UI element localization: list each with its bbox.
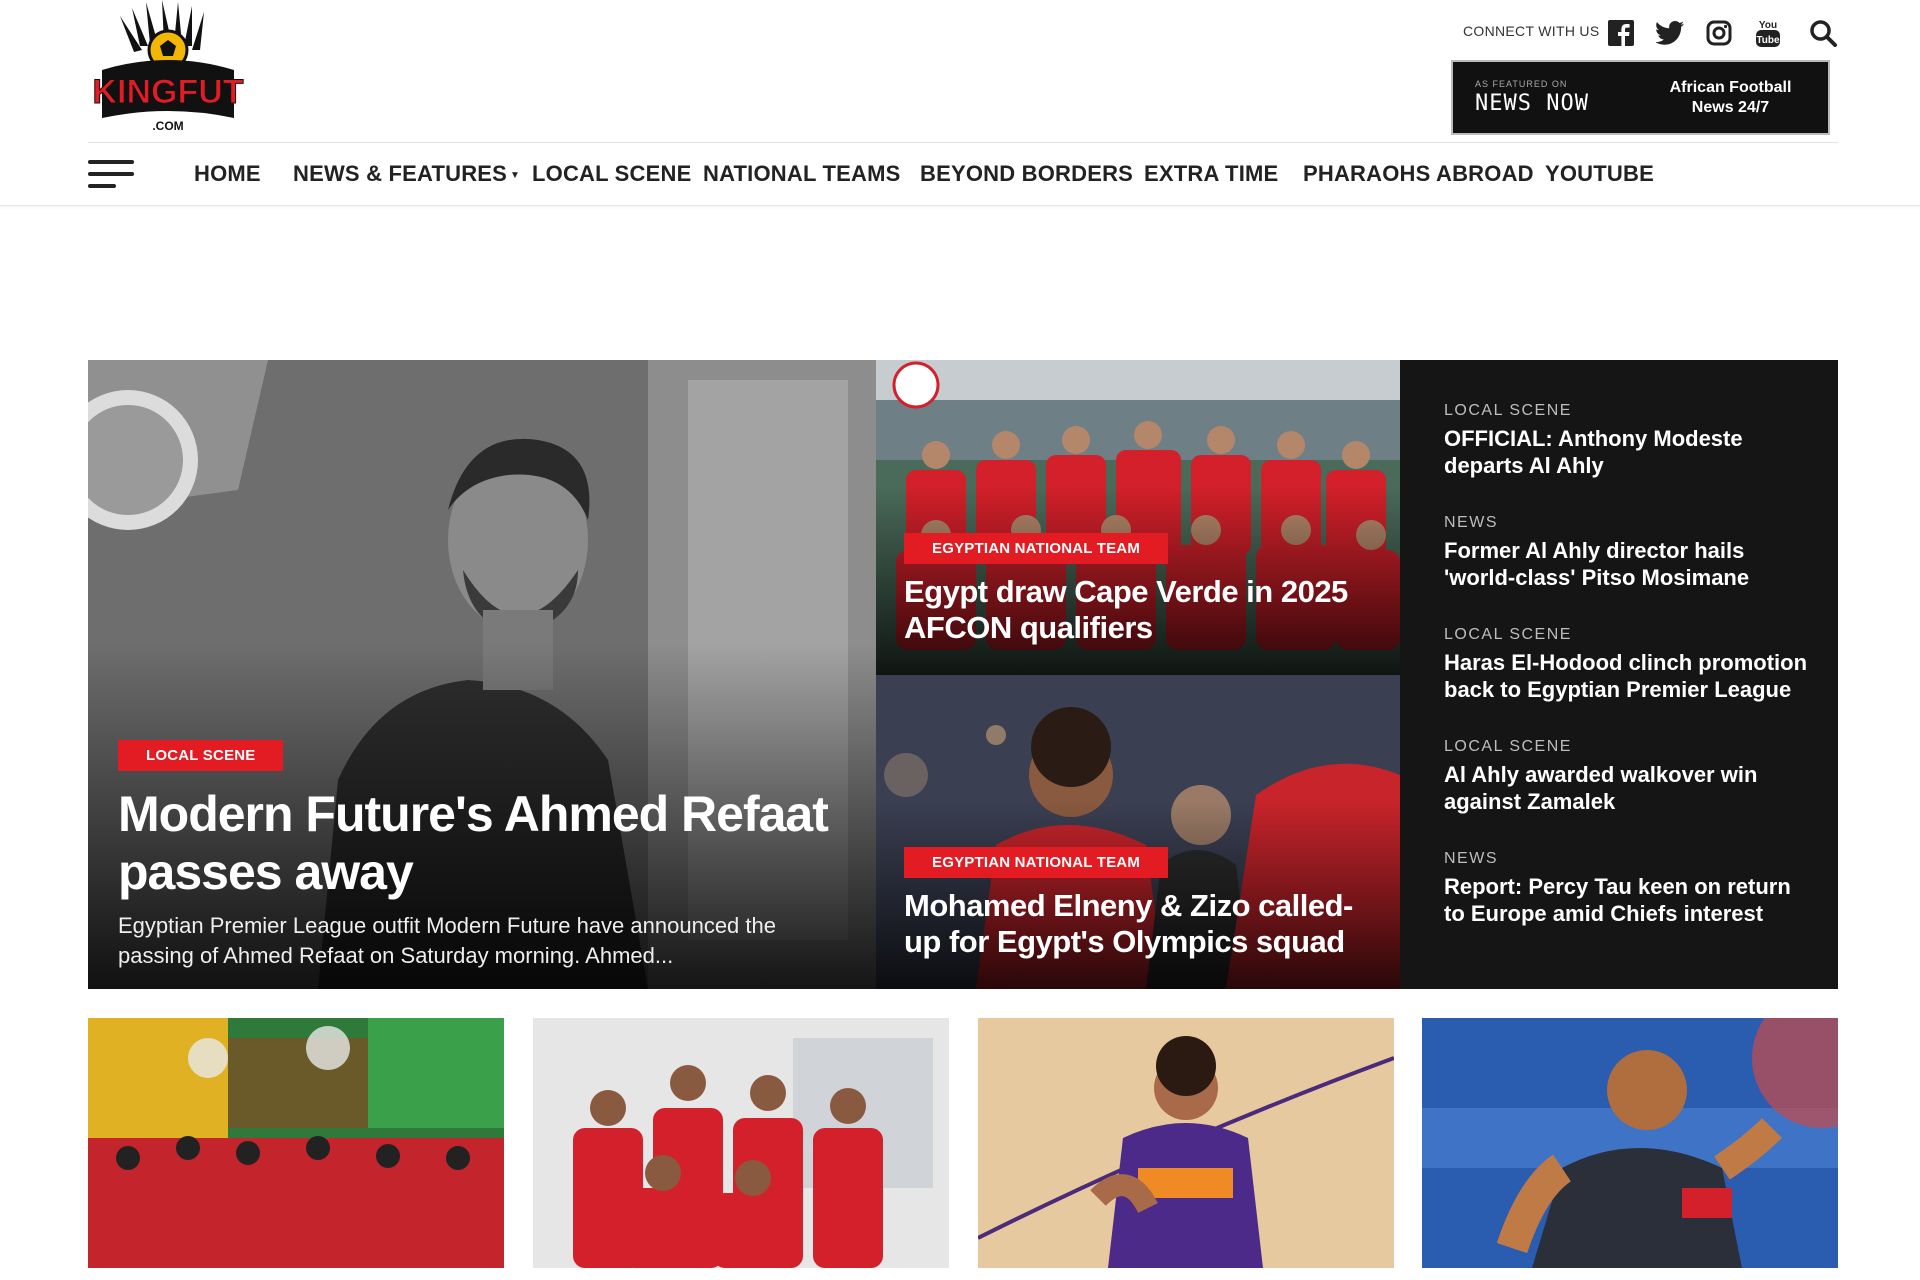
featured-section: LOCAL SCENE Modern Future's Ahmed Refaat… (88, 360, 1838, 989)
story-thumbnail-3[interactable] (978, 1018, 1394, 1268)
connect-label: CONNECT WITH US (1463, 23, 1600, 39)
chevron-down-icon: ▼ (510, 169, 521, 181)
latest-news-title[interactable]: Former Al Ahly director hails 'world-cla… (1444, 537, 1808, 591)
svg-text:Tube: Tube (1756, 35, 1780, 46)
site-header: KINGFUT .COM CONNECT WITH US You Tube AS … (0, 0, 1920, 145)
latest-news-title[interactable]: OFFICIAL: Anthony Modeste departs Al Ahl… (1444, 425, 1808, 479)
newsnow-logo-text: NEWS NOW (1475, 91, 1589, 116)
menu-icon[interactable] (88, 160, 134, 190)
latest-news-category[interactable]: NEWS (1444, 514, 1808, 532)
latest-news-item[interactable]: LOCAL SCENE OFFICIAL: Anthony Modeste de… (1444, 402, 1808, 479)
nav-item-home[interactable]: HOME (194, 161, 261, 187)
story-thumbnail-1[interactable] (88, 1018, 504, 1268)
nav-item-local-scene[interactable]: LOCAL SCENE (532, 161, 691, 187)
main-navigation: HOME NEWS & FEATURES ▼ LOCAL SCENE NATION… (0, 143, 1920, 206)
latest-news-category[interactable]: LOCAL SCENE (1444, 738, 1808, 756)
svg-text:You: You (1759, 20, 1777, 31)
search-icon[interactable] (1809, 18, 1837, 48)
facebook-icon[interactable] (1607, 18, 1635, 48)
side-story-1-title[interactable]: Egypt draw Cape Verde in 2025 AFCON qual… (904, 574, 1374, 646)
story-thumbnail-2-image (533, 1018, 949, 1268)
youtube-icon[interactable]: You Tube (1754, 18, 1782, 48)
nav-item-news-features-label: NEWS & FEATURES (293, 161, 508, 186)
story-thumbnail-1-image (88, 1018, 504, 1268)
newsnow-small-label: AS FEATURED ON (1475, 79, 1568, 89)
latest-news-category[interactable]: NEWS (1444, 850, 1808, 868)
nav-item-pharaohs-abroad[interactable]: PHARAOHS ABROAD (1303, 161, 1534, 187)
nav-item-beyond-borders[interactable]: BEYOND BORDERS (920, 161, 1133, 187)
instagram-icon[interactable] (1705, 18, 1733, 48)
latest-news-panel: LOCAL SCENE OFFICIAL: Anthony Modeste de… (1400, 360, 1838, 989)
side-story-1-category-badge[interactable]: EGYPTIAN NATIONAL TEAM (904, 533, 1169, 564)
kingfut-logo[interactable]: KINGFUT .COM (88, 0, 248, 135)
side-story-1[interactable]: EGYPTIAN NATIONAL TEAM Egypt draw Cape V… (876, 360, 1400, 675)
latest-news-category[interactable]: LOCAL SCENE (1444, 402, 1808, 420)
latest-news-item[interactable]: LOCAL SCENE Al Ahly awarded walkover win… (1444, 738, 1808, 815)
newsnow-tagline-1: African Football (1669, 78, 1792, 96)
main-story-excerpt: Egyptian Premier League outfit Modern Fu… (118, 913, 776, 968)
svg-text:.COM: .COM (152, 119, 183, 133)
story-thumbnail-2[interactable] (533, 1018, 949, 1268)
svg-text:KINGFUT: KINGFUT (92, 73, 243, 111)
side-story-2-title[interactable]: Mohamed Elneny & Zizo called-up for Egyp… (904, 888, 1374, 960)
latest-news-item[interactable]: NEWS Former Al Ahly director hails 'worl… (1444, 514, 1808, 591)
latest-news-title[interactable]: Al Ahly awarded walkover win against Zam… (1444, 761, 1808, 815)
latest-news-title[interactable]: Haras El-Hodood clinch promotion back to… (1444, 649, 1808, 703)
latest-news-title[interactable]: Report: Percy Tau keen on return to Euro… (1444, 873, 1808, 927)
newsnow-banner[interactable]: AS FEATURED ON NEWS NOW African Football… (1451, 60, 1830, 135)
side-story-2-category-badge[interactable]: EGYPTIAN NATIONAL TEAM (904, 847, 1169, 878)
main-featured-story[interactable]: LOCAL SCENE Modern Future's Ahmed Refaat… (88, 360, 876, 989)
story-thumbnail-4-image (1422, 1018, 1838, 1268)
side-story-2[interactable]: EGYPTIAN NATIONAL TEAM Mohamed Elneny & … (876, 675, 1400, 989)
latest-news-item[interactable]: LOCAL SCENE Haras El-Hodood clinch promo… (1444, 626, 1808, 703)
newsnow-tagline-2: News 24/7 (1691, 98, 1770, 116)
nav-item-news-features[interactable]: NEWS & FEATURES ▼ (293, 161, 520, 187)
latest-news-category[interactable]: LOCAL SCENE (1444, 626, 1808, 644)
twitter-icon[interactable] (1656, 18, 1684, 48)
story-thumbnail-4[interactable] (1422, 1018, 1838, 1268)
nav-item-national-teams[interactable]: NATIONAL TEAMS (703, 161, 901, 187)
nav-item-extra-time[interactable]: EXTRA TIME (1144, 161, 1278, 187)
main-story-category-badge[interactable]: LOCAL SCENE (118, 740, 284, 771)
nav-item-youtube[interactable]: YOUTUBE (1545, 161, 1654, 187)
story-thumbnail-3-image (978, 1018, 1394, 1268)
latest-news-item[interactable]: NEWS Report: Percy Tau keen on return to… (1444, 850, 1808, 927)
main-story-title[interactable]: Modern Future's Ahmed Refaat passes away (118, 785, 838, 901)
